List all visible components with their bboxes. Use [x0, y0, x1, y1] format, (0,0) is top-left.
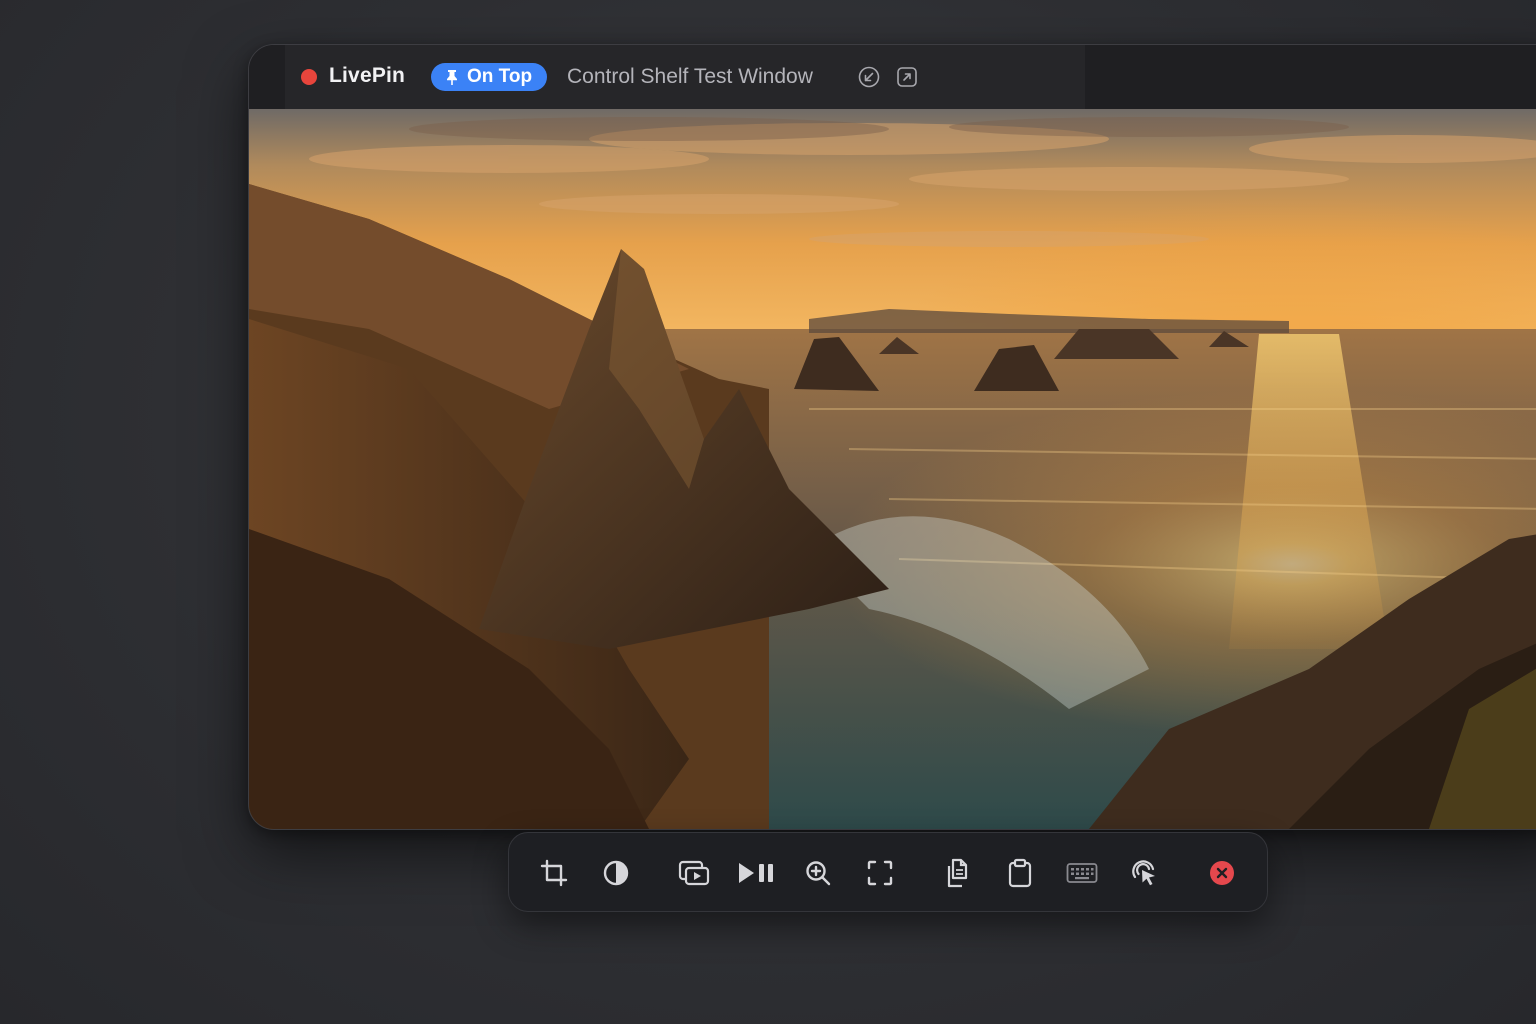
crop-button[interactable]: [534, 853, 574, 893]
frame-corners-icon: [867, 860, 893, 886]
badge-label: On Top: [467, 66, 533, 87]
contrast-button[interactable]: [596, 853, 636, 893]
pinned-window: LivePin On Top Control Shelf Test Window: [248, 44, 1536, 830]
click-through-button[interactable]: [1124, 853, 1164, 893]
window-title: Control Shelf Test Window: [567, 65, 813, 88]
pin-icon: [447, 70, 457, 85]
picture-in-picture-button[interactable]: [674, 853, 714, 893]
cursor-tap-icon: [1132, 860, 1155, 886]
app-name: LivePin: [329, 64, 406, 87]
control-shelf: [508, 832, 1268, 912]
pinned-image: [249, 109, 1536, 829]
copy-icon: [947, 858, 968, 888]
on-top-badge[interactable]: On Top: [431, 63, 548, 91]
close-circle-icon: [1210, 861, 1234, 885]
paste-button[interactable]: [1000, 853, 1040, 893]
fit-to-frame-button[interactable]: [860, 853, 900, 893]
title-bar[interactable]: LivePin On Top Control Shelf Test Window: [249, 45, 1536, 109]
close-button[interactable]: [1202, 853, 1242, 893]
copy-button[interactable]: [938, 853, 978, 893]
close-dot-icon[interactable]: [301, 69, 317, 85]
contrast-icon: [603, 860, 629, 886]
keyboard-icon: [1066, 863, 1098, 883]
clipboard-icon: [1008, 858, 1032, 888]
play-pause-button[interactable]: [736, 853, 776, 893]
open-external-icon[interactable]: [896, 66, 918, 88]
play-pause-icon: [739, 863, 773, 883]
pip-play-icon: [678, 860, 710, 886]
zoom-in-icon: [806, 861, 831, 886]
keyboard-button[interactable]: [1062, 853, 1102, 893]
restore-icon[interactable]: [858, 66, 880, 88]
zoom-in-button[interactable]: [798, 853, 838, 893]
crop-icon: [540, 859, 568, 887]
